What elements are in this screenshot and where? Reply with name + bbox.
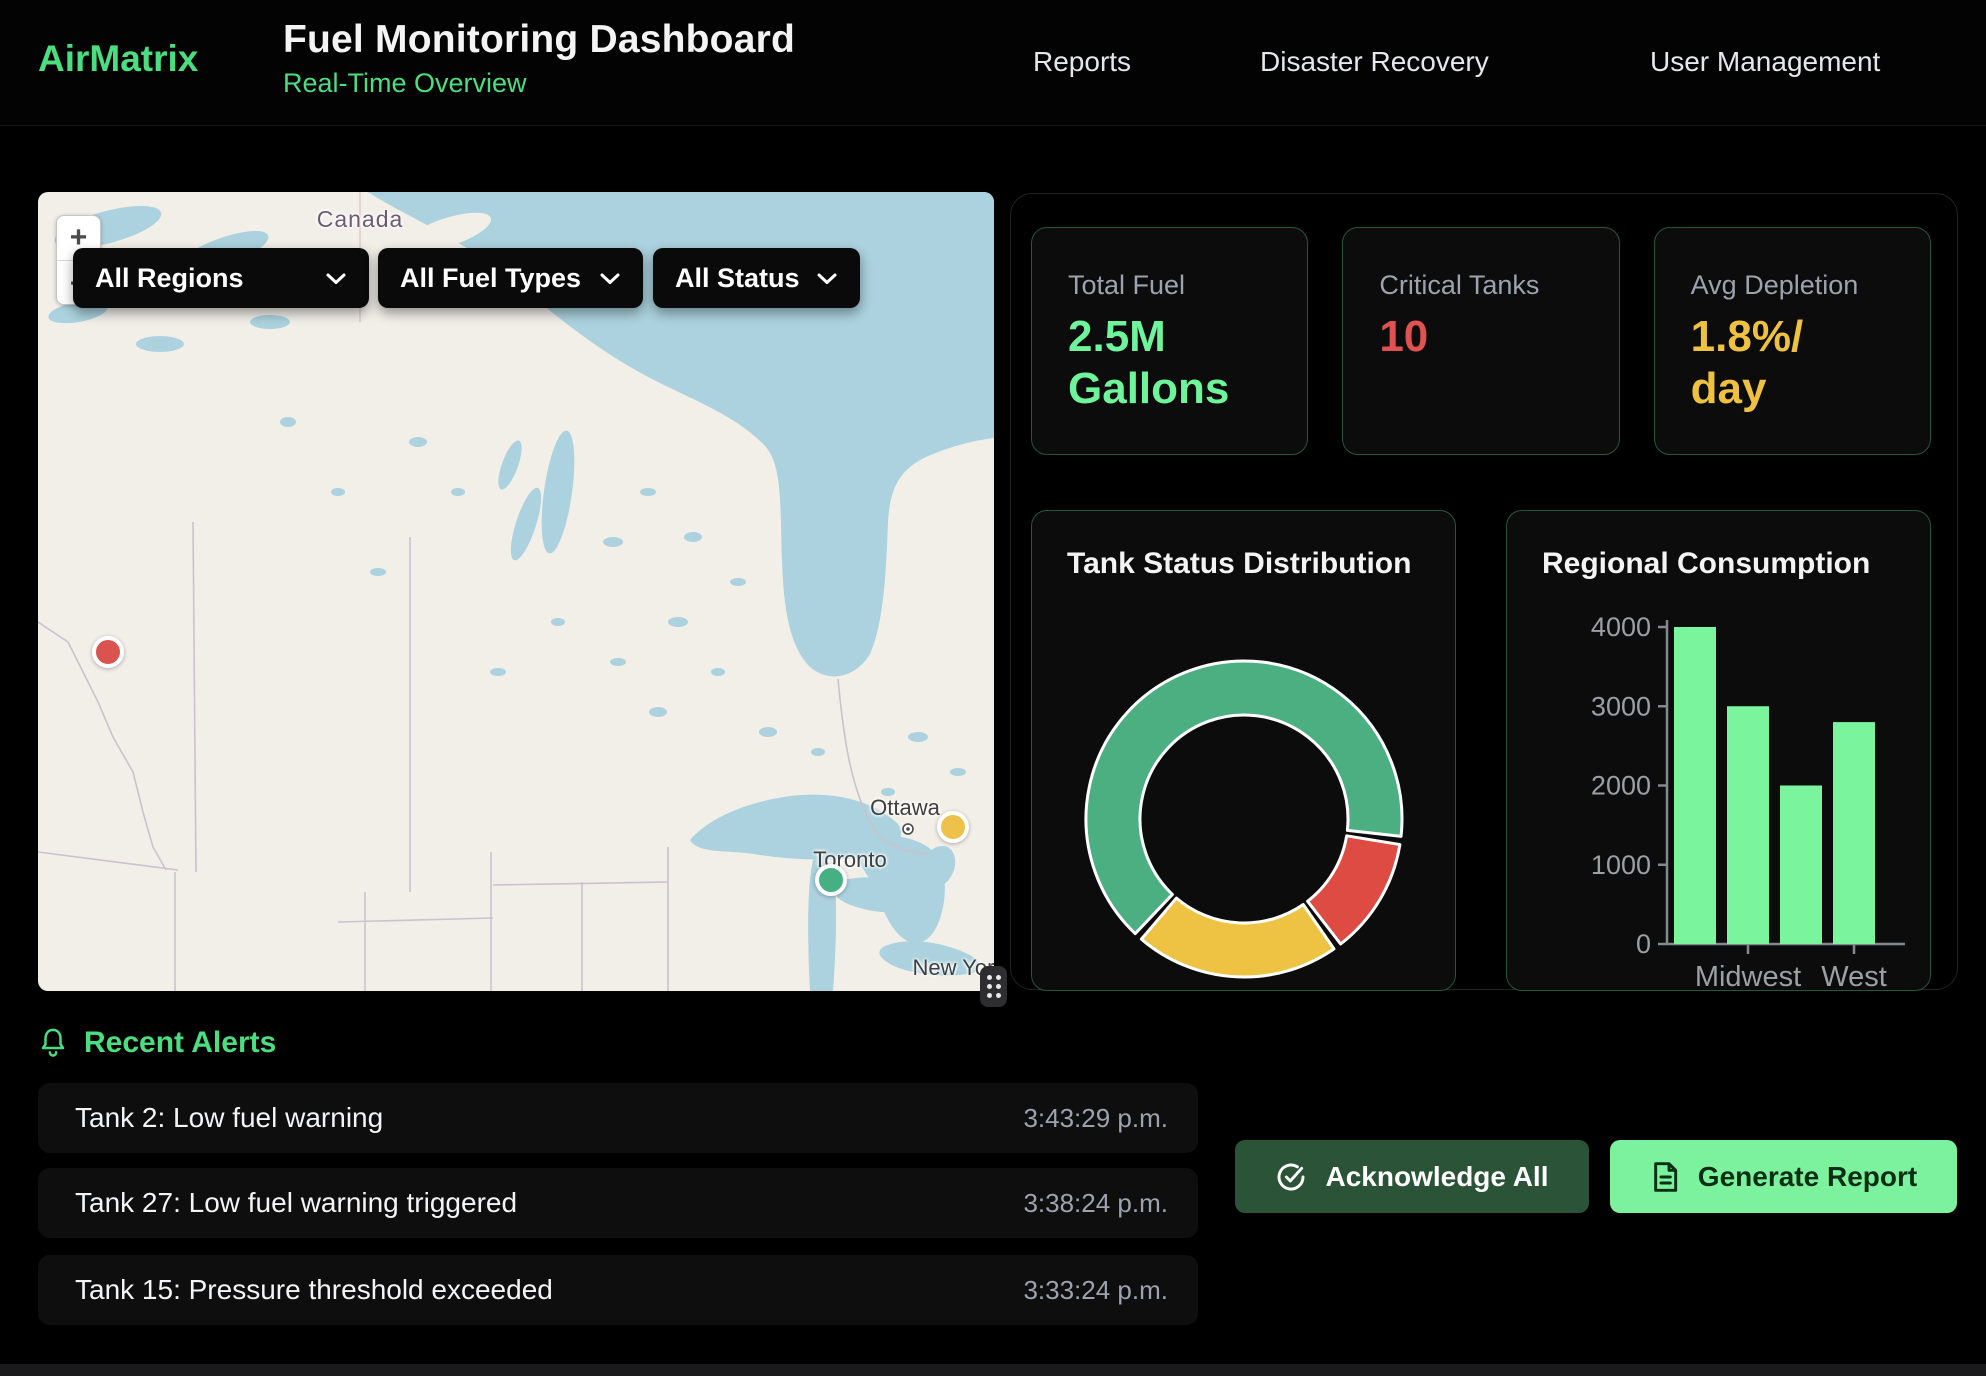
stat-label: Total Fuel <box>1068 270 1307 301</box>
generate-report-button[interactable]: Generate Report <box>1610 1140 1957 1213</box>
page-subtitle: Real-Time Overview <box>283 68 795 99</box>
stat-card-critical-tanks: Critical Tanks 10 <box>1342 227 1619 455</box>
bar-3 <box>1833 722 1875 944</box>
chart-title: Tank Status Distribution <box>1067 547 1411 581</box>
brand-logo: AirMatrix <box>38 38 198 80</box>
svg-text:3000: 3000 <box>1591 691 1651 721</box>
map-label-canada: Canada <box>317 206 404 233</box>
fuel-type-filter-value: All Fuel Types <box>400 263 581 294</box>
region-filter-select[interactable]: All Regions <box>73 248 369 308</box>
status-filter-value: All Status <box>675 263 800 294</box>
svg-text:4000: 4000 <box>1591 612 1651 642</box>
grip-dots-icon[interactable] <box>980 966 1007 1007</box>
alert-row: Tank 27: Low fuel warning triggered 3:38… <box>38 1168 1198 1238</box>
donut-segment-critical <box>1307 836 1399 944</box>
overview-panel: Total Fuel 2.5M Gallons Critical Tanks 1… <box>1010 193 1958 990</box>
map-panel[interactable]: Canada Ottawa Toronto New York + − All R… <box>38 192 994 991</box>
chevron-down-icon <box>599 272 621 285</box>
alert-message: Tank 2: Low fuel warning <box>75 1102 383 1134</box>
region-filter-value: All Regions <box>95 263 244 294</box>
alerts-title: Recent Alerts <box>84 1026 276 1060</box>
alert-row: Tank 2: Low fuel warning 3:43:29 p.m. <box>38 1083 1198 1153</box>
alert-timestamp: 3:43:29 p.m. <box>1023 1103 1168 1134</box>
regional-consumption-chart-card: Regional Consumption 0 1000 2000 3000 4000 Mi… <box>1506 510 1931 991</box>
stat-label: Critical Tanks <box>1379 270 1618 301</box>
stat-card-avg-depletion: Avg Depletion 1.8%/ day <box>1654 227 1931 455</box>
town-dot-icon <box>903 824 913 834</box>
bottom-strip <box>0 1364 1986 1376</box>
header: AirMatrix Fuel Monitoring Dashboard Real… <box>0 0 1986 126</box>
svg-text:Midwest: Midwest <box>1695 961 1801 991</box>
map-marker-warning[interactable] <box>937 811 969 843</box>
bar-0 <box>1674 627 1716 944</box>
nav-user-management[interactable]: User Management <box>1650 46 1880 78</box>
stat-value: 10 <box>1379 311 1618 363</box>
bar-2 <box>1780 786 1822 945</box>
document-icon <box>1650 1161 1680 1193</box>
bell-icon <box>38 1026 68 1060</box>
stats-row: Total Fuel 2.5M Gallons Critical Tanks 1… <box>1031 227 1931 455</box>
alert-timestamp: 3:38:24 p.m. <box>1023 1188 1168 1219</box>
map-marker-normal[interactable] <box>815 864 847 896</box>
bar-1 <box>1727 706 1769 944</box>
stat-card-total-fuel: Total Fuel 2.5M Gallons <box>1031 227 1308 455</box>
alert-message: Tank 27: Low fuel warning triggered <box>75 1187 517 1219</box>
alert-row: Tank 15: Pressure threshold exceeded 3:3… <box>38 1255 1198 1325</box>
fuel-monitoring-dashboard: AirMatrix Fuel Monitoring Dashboard Real… <box>0 0 1986 1376</box>
stat-label: Avg Depletion <box>1691 270 1930 301</box>
charts-row: Tank Status Distribution Regional Consum… <box>1031 510 1931 991</box>
nav-disaster-recovery[interactable]: Disaster Recovery <box>1260 46 1489 78</box>
tank-status-chart-card: Tank Status Distribution <box>1031 510 1456 991</box>
status-filter-select[interactable]: All Status <box>653 248 860 308</box>
svg-text:1000: 1000 <box>1591 850 1651 880</box>
alert-message: Tank 15: Pressure threshold exceeded <box>75 1274 553 1306</box>
regional-consumption-bar-chart: 0 1000 2000 3000 4000 Midwest West <box>1527 596 1913 991</box>
check-circle-icon <box>1275 1161 1307 1193</box>
alerts-header: Recent Alerts <box>38 1026 276 1060</box>
stat-value: 1.8%/ day <box>1691 311 1930 415</box>
chevron-down-icon <box>816 272 838 285</box>
fuel-type-filter-select[interactable]: All Fuel Types <box>378 248 643 308</box>
page-title: Fuel Monitoring Dashboard <box>283 18 795 62</box>
acknowledge-all-button[interactable]: Acknowledge All <box>1235 1140 1589 1213</box>
chart-title: Regional Consumption <box>1542 547 1870 581</box>
stat-value: 2.5M Gallons <box>1068 311 1307 415</box>
map-marker-critical[interactable] <box>92 636 124 668</box>
svg-text:2000: 2000 <box>1591 771 1651 801</box>
map-label-ottawa: Ottawa <box>870 795 940 821</box>
donut-segment-warning <box>1141 898 1334 977</box>
nav-reports[interactable]: Reports <box>1033 46 1131 78</box>
svg-text:0: 0 <box>1636 929 1651 959</box>
svg-text:West: West <box>1821 961 1887 991</box>
chevron-down-icon <box>325 272 347 285</box>
tank-status-donut-chart <box>1074 649 1414 989</box>
alert-timestamp: 3:33:24 p.m. <box>1023 1275 1168 1306</box>
